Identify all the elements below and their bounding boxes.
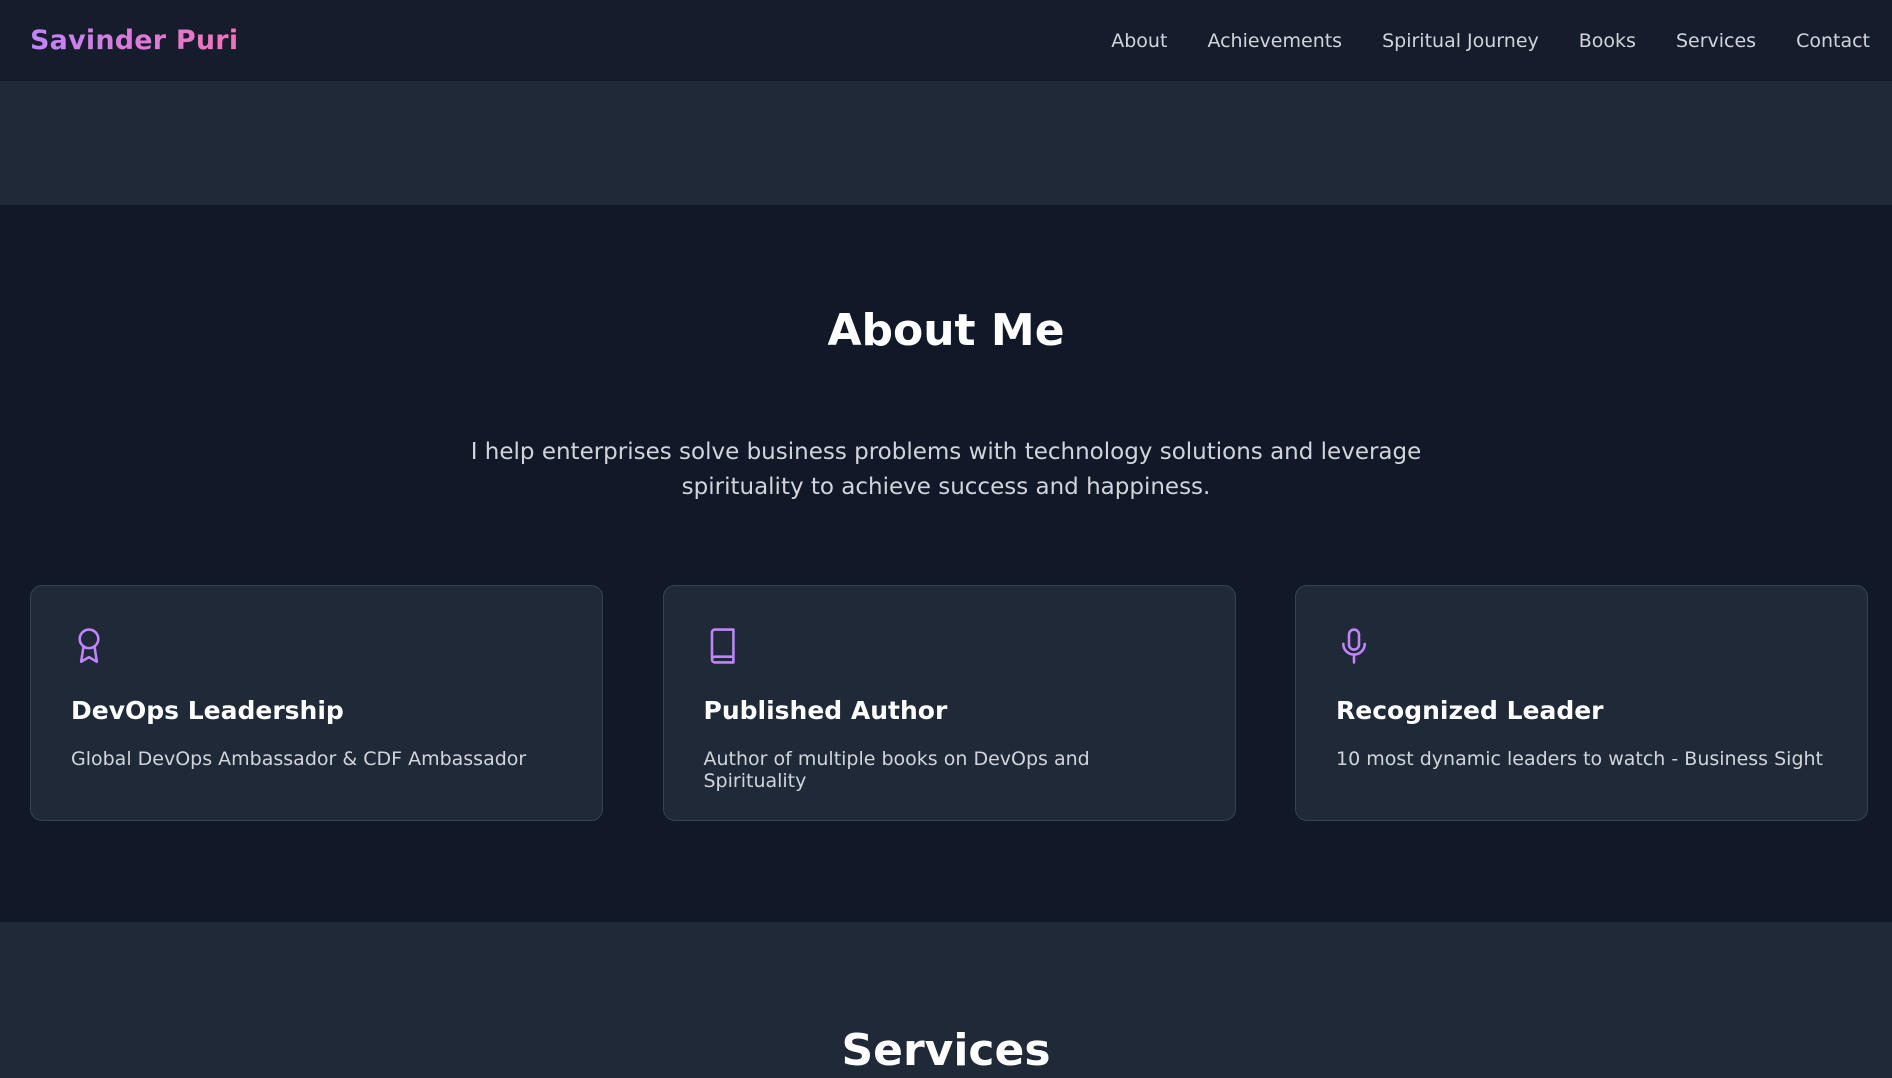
services-title: Services xyxy=(841,1025,1051,1076)
card-description: Global DevOps Ambassador & CDF Ambassado… xyxy=(71,748,527,770)
microphone-icon xyxy=(1336,626,1372,666)
services-section: Services xyxy=(0,922,1892,1078)
about-card-published-author: Published Author Author of multiple book… xyxy=(662,585,1236,821)
about-cards: DevOps Leadership Global DevOps Ambassad… xyxy=(30,585,1868,821)
award-ribbon-icon xyxy=(71,626,107,666)
card-title: Published Author xyxy=(703,696,948,725)
card-title: DevOps Leadership xyxy=(71,696,344,725)
about-intro: I help enterprises solve business proble… xyxy=(470,439,1422,500)
about-card-devops-leadership: DevOps Leadership Global DevOps Ambassad… xyxy=(30,585,603,821)
hero-section xyxy=(0,81,1892,205)
card-description: Author of multiple books on DevOps and S… xyxy=(703,748,1090,792)
card-title: Recognized Leader xyxy=(1336,696,1604,725)
about-title: About Me xyxy=(827,305,1065,356)
about-card-recognized-leader: Recognized Leader 10 most dynamic leader… xyxy=(1295,585,1868,821)
nav-link-books[interactable]: Books xyxy=(1579,30,1636,52)
nav-link-about[interactable]: About xyxy=(1111,30,1167,52)
nav-link-services[interactable]: Services xyxy=(1676,30,1756,52)
nav-link-spiritual-journey[interactable]: Spiritual Journey xyxy=(1382,30,1539,52)
about-section: About Me I help enterprises solve busine… xyxy=(0,205,1892,922)
main-nav: About Achievements Spiritual Journey Boo… xyxy=(1071,30,1870,52)
brand-logo[interactable]: Savinder Puri xyxy=(30,25,238,56)
nav-link-achievements[interactable]: Achievements xyxy=(1207,30,1342,52)
site-header: Savinder Puri About Achievements Spiritu… xyxy=(0,0,1892,81)
book-icon xyxy=(704,626,740,666)
card-description: 10 most dynamic leaders to watch - Busin… xyxy=(1336,748,1823,770)
nav-link-contact[interactable]: Contact xyxy=(1796,30,1870,52)
